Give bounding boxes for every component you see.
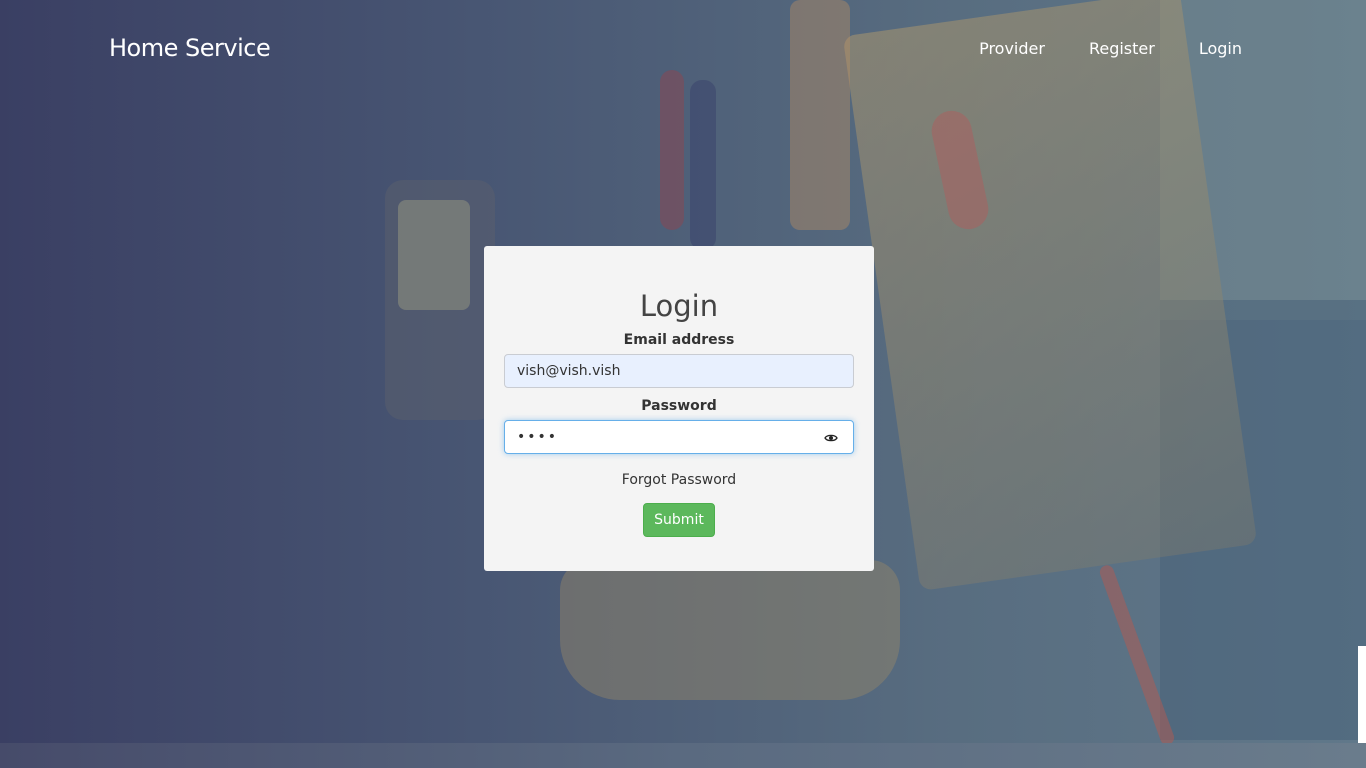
email-label: Email address [623, 332, 735, 348]
login-page: Home Service Provider Register Login Log… [0, 0, 1366, 768]
login-title: Login [639, 289, 719, 323]
password-field[interactable] [504, 420, 854, 454]
email-field-wrapper [504, 354, 854, 388]
login-card: Login Email address Password Forgot Pass… [484, 246, 874, 571]
top-nav: Provider Register Login [979, 39, 1242, 58]
brand-logo-link[interactable]: Home Service [109, 34, 271, 62]
background-photo-screwdriver-red [660, 70, 684, 230]
footer-strip [0, 743, 1366, 768]
background-photo-tape-label [398, 200, 470, 310]
background-photo-pliers [790, 0, 850, 230]
nav-register-link[interactable]: Register [1089, 39, 1155, 58]
background-photo-lower-pouch [560, 560, 900, 700]
submit-button[interactable]: Submit [643, 503, 715, 537]
scrollbar-edge [1358, 646, 1366, 743]
password-label: Password [641, 398, 717, 414]
password-field-wrapper [504, 420, 854, 454]
nav-provider-link[interactable]: Provider [979, 39, 1045, 58]
nav-login-link[interactable]: Login [1199, 39, 1242, 58]
email-field[interactable] [504, 354, 854, 388]
eye-icon[interactable] [824, 430, 838, 444]
forgot-password-link[interactable]: Forgot Password [622, 472, 736, 488]
background-photo-screwdriver [690, 80, 716, 250]
